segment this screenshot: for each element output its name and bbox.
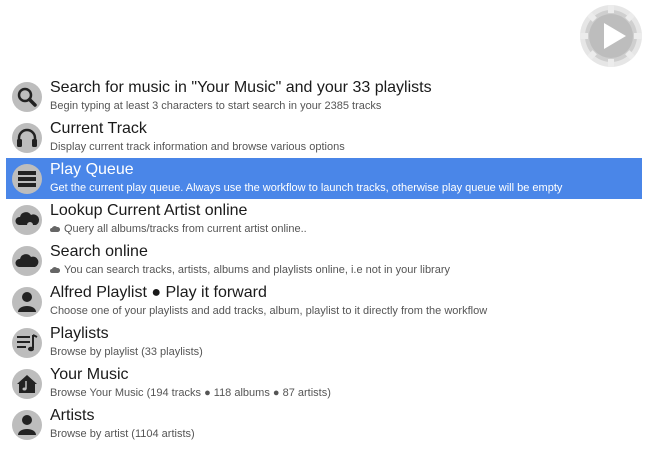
result-subtitle-text: You can search tracks, artists, albums a… <box>64 264 450 276</box>
cloud-icon <box>10 244 44 278</box>
result-subtitle: Browse by artist (1104 artists) <box>50 428 195 440</box>
artist-icon <box>10 408 44 442</box>
home-music-icon <box>10 367 44 401</box>
result-item-alfred-playlist[interactable]: Alfred Playlist ● Play it forward Choose… <box>6 281 642 322</box>
headphones-icon <box>10 121 44 155</box>
cloud-icon <box>50 267 60 273</box>
alfred-playlist-icon <box>10 285 44 319</box>
alfred-logo-icon <box>579 4 643 68</box>
result-subtitle: Get the current play queue. Always use t… <box>50 182 563 194</box>
search-input[interactable] <box>8 14 572 60</box>
result-item-search-online[interactable]: Search online You can search tracks, art… <box>6 240 642 281</box>
result-title: Current Track <box>50 120 147 137</box>
result-subtitle: Browse Your Music (194 tracks ● 118 albu… <box>50 387 331 399</box>
result-title: Artists <box>50 407 95 424</box>
result-item-search-music[interactable]: Search for music in "Your Music" and you… <box>6 76 642 117</box>
result-subtitle: You can search tracks, artists, albums a… <box>50 264 450 276</box>
results-list: Search for music in "Your Music" and you… <box>0 76 654 449</box>
playlist-icon <box>10 326 44 360</box>
result-subtitle: Choose one of your playlists and add tra… <box>50 305 488 317</box>
result-subtitle: Display current track information and br… <box>50 141 345 153</box>
result-title: Search for music in "Your Music" and you… <box>50 79 432 96</box>
artist-cloud-icon <box>10 203 44 237</box>
result-item-playlists[interactable]: Playlists Browse by playlist (33 playlis… <box>6 322 642 363</box>
result-title: Your Music <box>50 366 129 383</box>
search-bar <box>0 0 654 76</box>
result-title: Playlists <box>50 325 109 342</box>
result-item-artists[interactable]: Artists Browse by artist (1104 artists) <box>6 404 642 445</box>
result-item-lookup-artist[interactable]: Lookup Current Artist online Query all a… <box>6 199 642 240</box>
result-subtitle: Query all albums/tracks from current art… <box>50 223 307 235</box>
result-item-play-queue[interactable]: Play Queue Get the current play queue. A… <box>6 158 642 199</box>
result-title: Search online <box>50 243 148 260</box>
result-title: Play Queue <box>50 161 134 178</box>
result-item-your-music[interactable]: Your Music Browse Your Music (194 tracks… <box>6 363 642 404</box>
result-subtitle-text: Query all albums/tracks from current art… <box>64 223 307 235</box>
cloud-icon <box>50 226 60 232</box>
result-subtitle: Browse by playlist (33 playlists) <box>50 346 203 358</box>
queue-icon <box>10 162 44 196</box>
result-item-current-track[interactable]: Current Track Display current track info… <box>6 117 642 158</box>
result-title: Lookup Current Artist online <box>50 202 248 219</box>
result-title: Alfred Playlist ● Play it forward <box>50 284 267 301</box>
result-subtitle: Begin typing at least 3 characters to st… <box>50 100 382 112</box>
search-icon <box>10 80 44 114</box>
